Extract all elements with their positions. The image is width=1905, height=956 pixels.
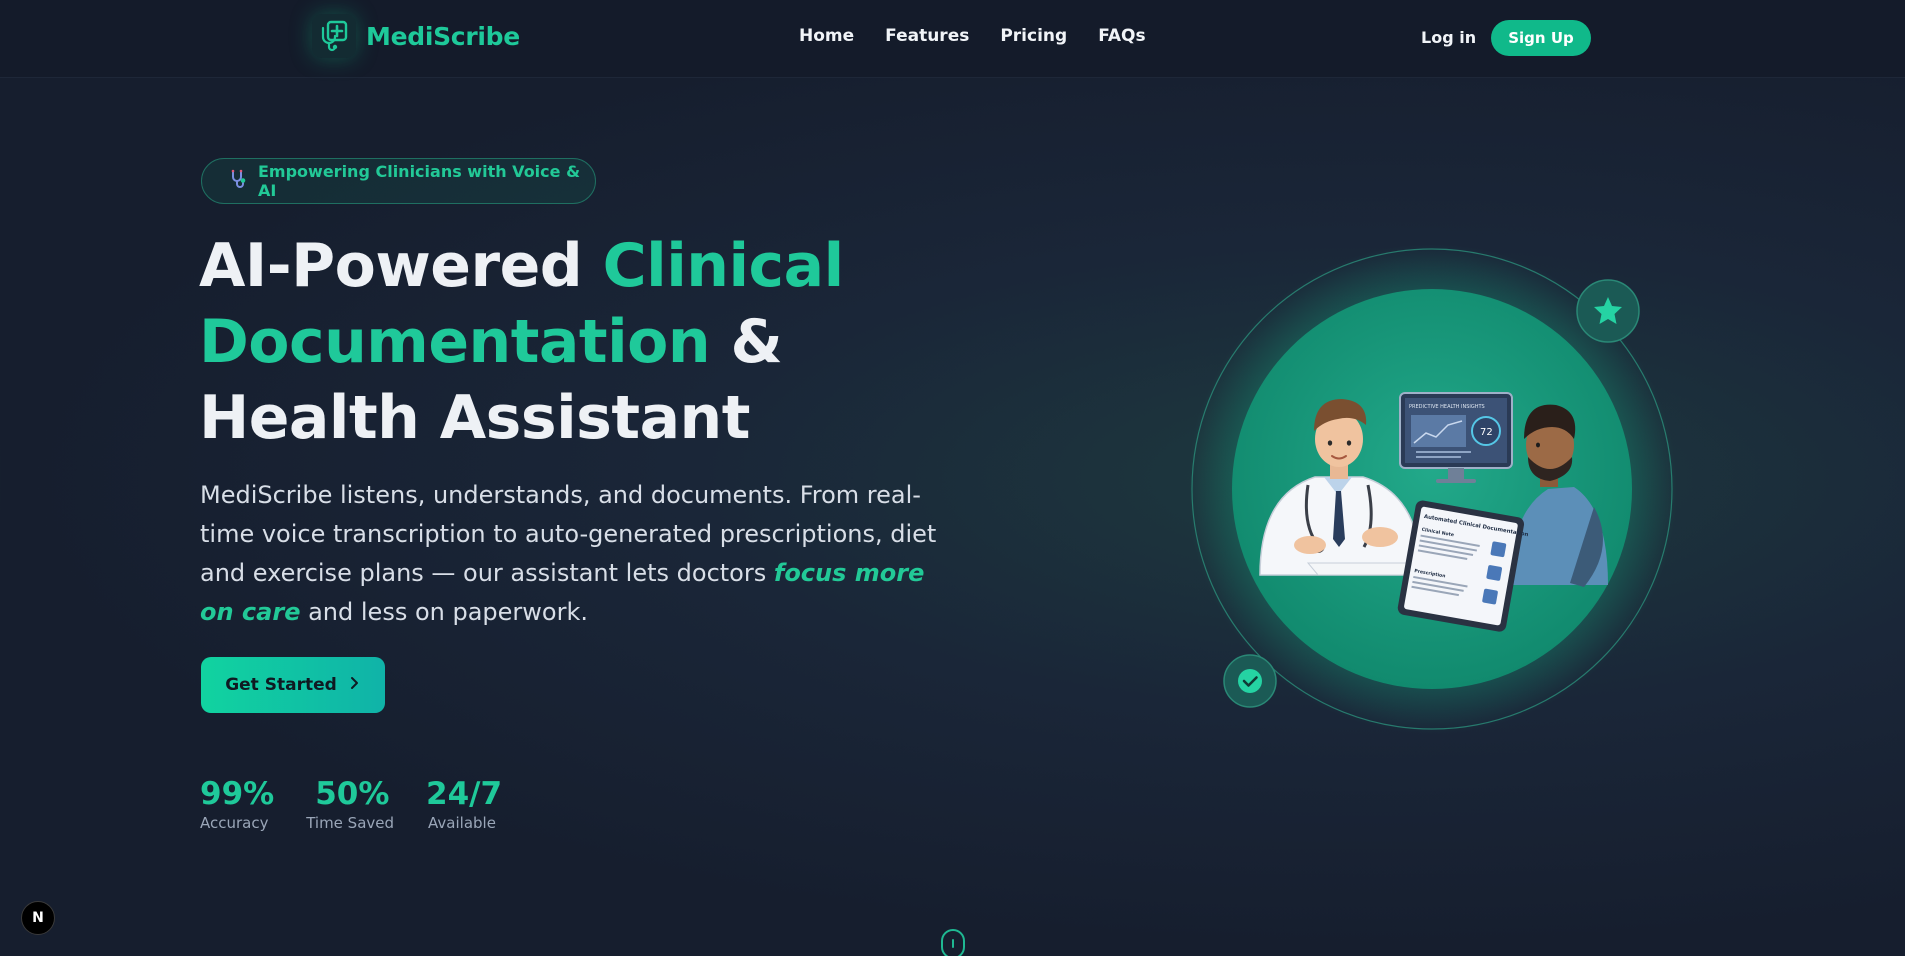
nav-link-faqs[interactable]: FAQs [1098,26,1145,46]
stat-value: 50% [315,776,390,812]
signup-button[interactable]: Sign Up [1491,20,1591,56]
stethoscope-plus-logo-icon [312,14,356,58]
monitor-title: PREDICTIVE HEALTH INSIGHTS [1409,404,1485,410]
main-nav: Home Features Pricing FAQs [799,26,1146,46]
hero-illustration: PREDICTIVE HEALTH INSIGHTS 72 Automated … [1187,244,1680,735]
stat-time-saved: 50% Time Saved [306,776,394,832]
scroll-indicator-icon[interactable] [941,929,965,956]
stat-label: Accuracy [200,814,269,832]
star-badge [1576,279,1640,343]
hero-headline: AI-Powered Clinical Documentation & Heal… [199,228,899,456]
top-navbar: MediScribe Home Features Pricing FAQs Lo… [0,0,1905,78]
stat-accuracy: 99% Accuracy [200,776,274,832]
dev-tools-badge[interactable]: N [21,901,55,935]
stethoscope-icon [228,168,250,194]
stat-available: 24/7 Available [426,776,502,832]
get-started-button[interactable]: Get Started [201,657,385,713]
nav-link-pricing[interactable]: Pricing [1000,26,1067,46]
headline-accent-documentation: Documentation [199,307,711,377]
brand[interactable]: MediScribe [312,14,520,58]
nav-link-home[interactable]: Home [799,26,854,46]
headline-part-1: AI-Powered [199,231,603,301]
brand-name: MediScribe [366,21,520,51]
hero-badge: Empowering Clinicians with Voice & AI [201,158,596,204]
hero-stats: 99% Accuracy 50% Time Saved 24/7 Availab… [200,776,502,832]
headline-part-2: & [710,307,783,377]
check-badge [1223,654,1277,708]
hero-badge-text: Empowering Clinicians with Voice & AI [258,162,581,200]
hero-description: MediScribe listens, understands, and doc… [200,476,940,632]
stat-value: 24/7 [426,776,503,812]
nav-link-features[interactable]: Features [885,26,969,46]
chevron-right-icon [349,675,361,695]
hero-description-end: and less on paperwork. [300,598,588,626]
stat-value: 99% [200,776,275,812]
headline-accent-clinical: Clinical [602,231,845,301]
stat-label: Available [428,814,496,832]
login-link[interactable]: Log in [1421,28,1476,47]
gauge-value: 72 [1480,427,1493,438]
headline-line-3: Health Assistant [199,383,750,453]
stat-label: Time Saved [306,814,395,832]
get-started-label: Get Started [225,675,337,695]
